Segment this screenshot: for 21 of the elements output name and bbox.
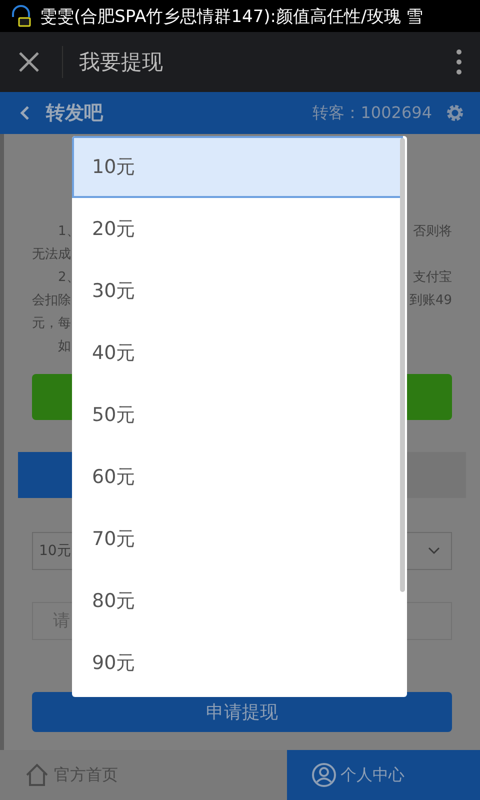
settings-icon[interactable]: [444, 102, 466, 124]
chevron-icon: [427, 546, 441, 556]
page-title: 转发吧: [46, 101, 104, 126]
account-label: 转客：1002694: [312, 102, 432, 124]
dropdown-option[interactable]: 10元: [72, 136, 403, 198]
back-icon[interactable]: [20, 105, 30, 121]
notification-text: 雯雯(合肥SPA竹乡思情群147):颜值高任性/玫瑰 雪: [40, 6, 424, 28]
headset-icon: [10, 4, 32, 28]
more-icon[interactable]: [456, 49, 462, 75]
window-title: 我要提现: [79, 49, 164, 76]
close-icon[interactable]: [18, 51, 40, 73]
notice-text: 会扣除: [32, 292, 71, 308]
notice-text: 支付宝: [413, 268, 452, 286]
notice-text: 元，每: [32, 314, 71, 332]
notice-text: 否则将: [413, 222, 452, 240]
notice-text: 如: [57, 338, 71, 354]
user-icon: [310, 762, 337, 788]
footer-label: 个人中心: [340, 764, 405, 786]
home-icon: [24, 762, 50, 788]
notice-text: 到账49: [409, 292, 452, 308]
notice-text: 无法成: [32, 246, 71, 262]
